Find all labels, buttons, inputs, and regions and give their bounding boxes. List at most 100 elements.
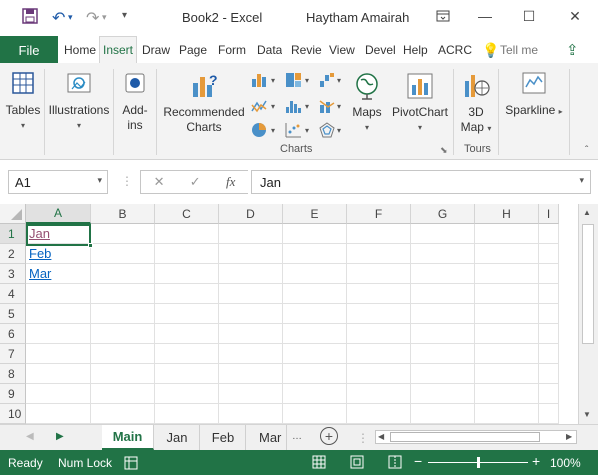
cell-a4[interactable]: [26, 284, 91, 304]
cell-d1[interactable]: [219, 224, 283, 244]
cell-c1[interactable]: [155, 224, 219, 244]
cell-g3[interactable]: [411, 264, 475, 284]
save-icon[interactable]: [22, 8, 38, 24]
charts-dialog-launcher-icon[interactable]: ⬊: [440, 145, 448, 156]
cancel-icon[interactable]: ✕: [154, 174, 165, 190]
worksheet-grid[interactable]: ABCDEFGHI 1 2 3 4 5 6 7 8 9 10 Jan Feb Mar: [0, 204, 578, 424]
zoom-in-icon[interactable]: +: [532, 453, 540, 469]
formula-input[interactable]: Jan ▾: [251, 170, 591, 194]
3d-map-button[interactable]: 3D Map ▾: [456, 71, 496, 136]
cell-d8[interactable]: [219, 364, 283, 384]
more-sheets-icon[interactable]: …: [292, 431, 302, 442]
horizontal-scrollbar[interactable]: ◀ ▶: [375, 430, 577, 444]
cell-c7[interactable]: [155, 344, 219, 364]
scroll-right-icon[interactable]: ▶: [566, 432, 572, 441]
cell-e6[interactable]: [283, 324, 347, 344]
cell-g8[interactable]: [411, 364, 475, 384]
cell-g2[interactable]: [411, 244, 475, 264]
radar-chart-icon[interactable]: ▾: [318, 121, 346, 139]
tab-help[interactable]: Help: [403, 36, 428, 64]
sheet-tab-jan[interactable]: Jan: [155, 425, 200, 450]
insert-function-icon[interactable]: fx: [226, 174, 235, 190]
hyperlink-feb[interactable]: Feb: [29, 246, 51, 261]
column-header-g[interactable]: G: [411, 204, 475, 224]
tab-draw[interactable]: Draw: [142, 36, 170, 64]
cell-f4[interactable]: [347, 284, 411, 304]
cell-h6[interactable]: [475, 324, 539, 344]
vertical-scrollbar[interactable]: ▲ ▼: [578, 204, 598, 424]
collapse-ribbon-icon[interactable]: ˆ: [585, 145, 588, 156]
cell-g9[interactable]: [411, 384, 475, 404]
add-sheet-icon[interactable]: +: [320, 427, 338, 445]
sheet-tab-mar[interactable]: Mar: [247, 425, 287, 450]
cell-a6[interactable]: [26, 324, 91, 344]
cell-a8[interactable]: [26, 364, 91, 384]
cell-c10[interactable]: [155, 404, 219, 424]
cell-i4[interactable]: [539, 284, 559, 304]
cell-i6[interactable]: [539, 324, 559, 344]
column-header-b[interactable]: B: [91, 204, 155, 224]
tab-split-icon[interactable]: ⋮: [357, 431, 369, 445]
cell-f3[interactable]: [347, 264, 411, 284]
column-header-c[interactable]: C: [155, 204, 219, 224]
undo-icon[interactable]: ↶: [52, 8, 65, 28]
cell-c3[interactable]: [155, 264, 219, 284]
sheet-tab-feb[interactable]: Feb: [201, 425, 246, 450]
pivotchart-button[interactable]: PivotChart ▾: [388, 71, 452, 135]
cell-b1[interactable]: [91, 224, 155, 244]
cell-h8[interactable]: [475, 364, 539, 384]
cell-h2[interactable]: [475, 244, 539, 264]
cell-d6[interactable]: [219, 324, 283, 344]
cell-g7[interactable]: [411, 344, 475, 364]
cell-i3[interactable]: [539, 264, 559, 284]
scroll-thumb[interactable]: [582, 224, 594, 344]
column-header-f[interactable]: F: [347, 204, 411, 224]
combo-chart-icon[interactable]: ▾: [318, 97, 346, 115]
cell-b6[interactable]: [91, 324, 155, 344]
cell-i10[interactable]: [539, 404, 559, 424]
cell-e10[interactable]: [283, 404, 347, 424]
cell-g10[interactable]: [411, 404, 475, 424]
cell-b4[interactable]: [91, 284, 155, 304]
row-header-2[interactable]: 2: [0, 244, 26, 264]
cell-g1[interactable]: [411, 224, 475, 244]
cell-g6[interactable]: [411, 324, 475, 344]
tab-acrc[interactable]: ACRC: [438, 36, 472, 64]
cell-d2[interactable]: [219, 244, 283, 264]
cell-a3[interactable]: Mar: [26, 264, 91, 284]
column-header-d[interactable]: D: [219, 204, 283, 224]
tell-me-search[interactable]: Tell me: [500, 36, 538, 64]
page-break-preview-icon[interactable]: [388, 455, 402, 469]
statistic-chart-icon[interactable]: ▾: [284, 97, 314, 115]
row-header-6[interactable]: 6: [0, 324, 26, 344]
scroll-up-icon[interactable]: ▲: [583, 208, 591, 217]
expand-formula-bar-icon[interactable]: ▾: [579, 175, 584, 186]
cell-f7[interactable]: [347, 344, 411, 364]
cell-i1[interactable]: [539, 224, 559, 244]
cell-e2[interactable]: [283, 244, 347, 264]
cell-d4[interactable]: [219, 284, 283, 304]
cell-a5[interactable]: [26, 304, 91, 324]
cell-e8[interactable]: [283, 364, 347, 384]
macro-recording-icon[interactable]: [124, 456, 138, 470]
normal-view-icon[interactable]: [312, 455, 326, 469]
cell-f10[interactable]: [347, 404, 411, 424]
cell-h4[interactable]: [475, 284, 539, 304]
scatter-chart-icon[interactable]: ▾: [284, 121, 314, 139]
cell-d9[interactable]: [219, 384, 283, 404]
name-box-dropdown-icon[interactable]: ▾: [97, 175, 102, 186]
cell-b2[interactable]: [91, 244, 155, 264]
cell-e1[interactable]: [283, 224, 347, 244]
redo-icon[interactable]: ↷: [86, 8, 99, 28]
cell-a9[interactable]: [26, 384, 91, 404]
hyperlink-mar[interactable]: Mar: [29, 266, 51, 281]
cell-a10[interactable]: [26, 404, 91, 424]
tab-page-layout[interactable]: Page: [179, 36, 207, 64]
row-header-3[interactable]: 3: [0, 264, 26, 284]
cell-g4[interactable]: [411, 284, 475, 304]
add-ins-button[interactable]: Add- ins: [116, 71, 154, 133]
cell-d10[interactable]: [219, 404, 283, 424]
tab-data[interactable]: Data: [257, 36, 282, 64]
row-header-5[interactable]: 5: [0, 304, 26, 324]
cell-b5[interactable]: [91, 304, 155, 324]
